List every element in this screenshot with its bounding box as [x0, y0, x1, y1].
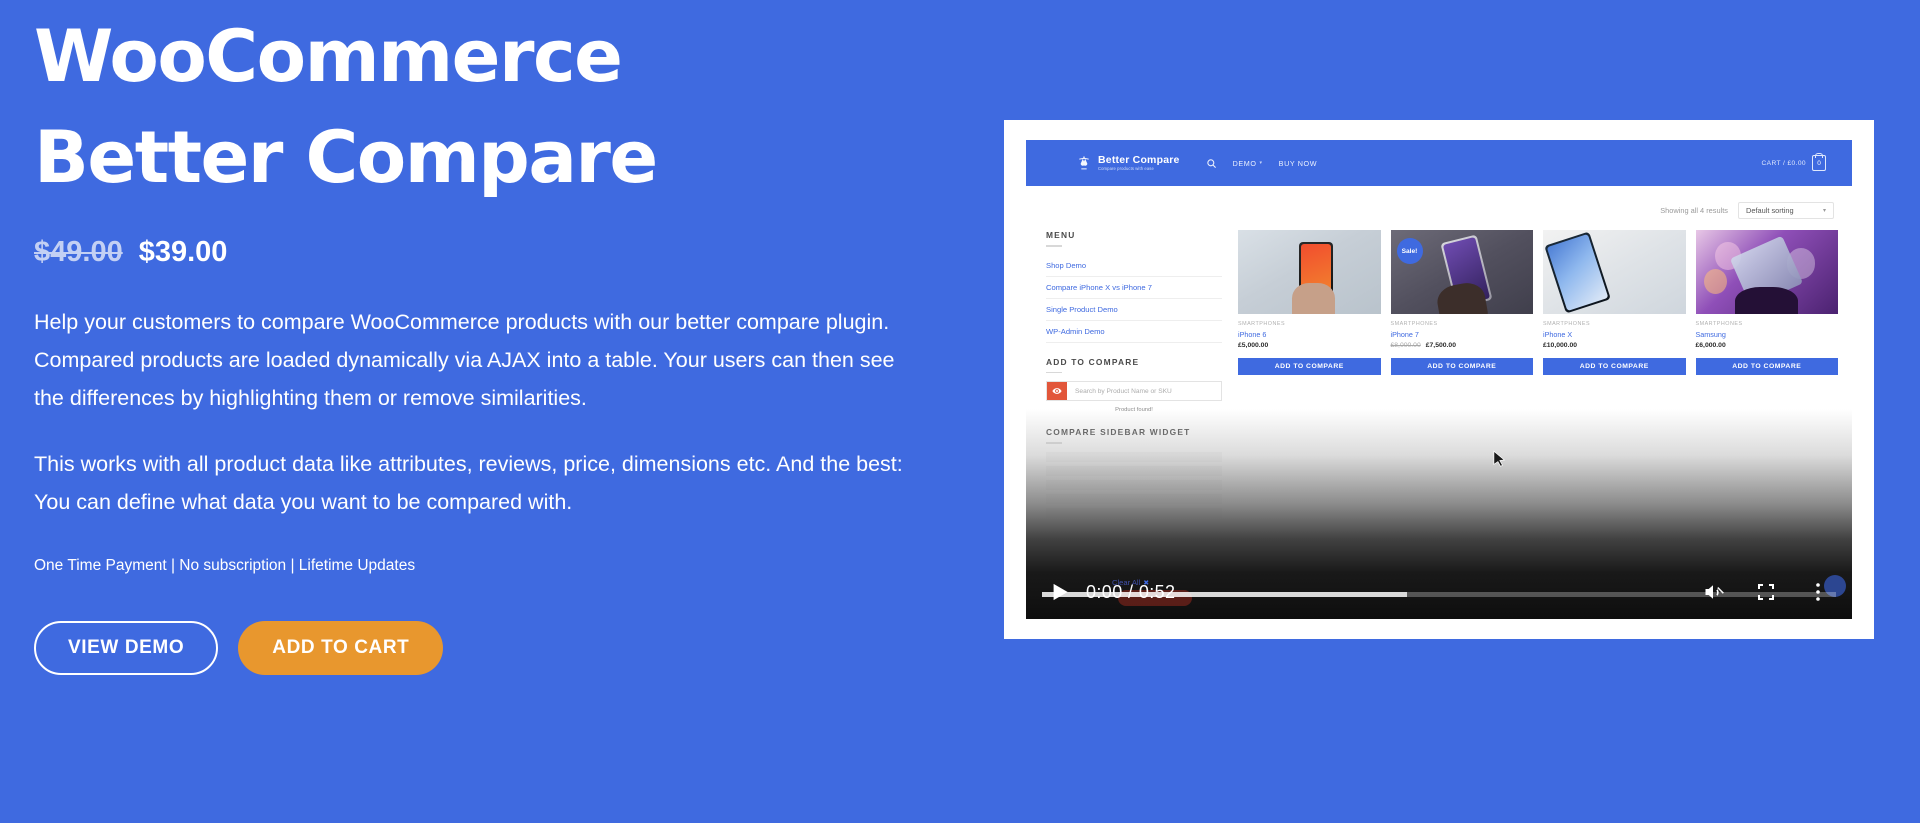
view-demo-button[interactable]: VIEW DEMO: [34, 621, 219, 675]
compare-widget-rows: [1046, 451, 1222, 518]
chevron-down-icon: ▾: [1259, 160, 1263, 166]
sidebar-item-wp-admin-demo[interactable]: WP-Admin Demo: [1046, 321, 1222, 343]
add-to-compare-heading: ADD TO COMPARE: [1046, 356, 1140, 367]
product-category: SMARTPHONES: [1238, 321, 1286, 327]
phone-illustration: [1544, 231, 1612, 313]
product-price: £8,000.00 £7,500.00: [1391, 342, 1534, 349]
product-card[interactable]: Sale! SMARTPHONES iPhone 7 £8,000.00 £7,…: [1390, 230, 1534, 375]
divider: [1046, 371, 1062, 373]
hand-illustration: [1735, 287, 1799, 314]
page-title-line-1: WooCommerce: [34, 14, 623, 98]
product-price-current: £10,000.00: [1543, 342, 1578, 349]
hand-illustration: [1292, 282, 1335, 314]
video-viewport[interactable]: Better Compare Compare products with eas…: [1026, 140, 1852, 619]
add-to-compare-button[interactable]: ADD TO COMPARE: [1390, 358, 1533, 375]
page-title: WooCommerce Better Compare: [34, 6, 964, 208]
product-card[interactable]: SMARTPHONES iPhone 6 £5,000.00 ADD TO CO…: [1238, 230, 1381, 375]
nav-item-demo-label: DEMO: [1232, 158, 1257, 168]
product-price: £6,000.00: [1696, 342, 1839, 349]
cart-count: 0: [1817, 159, 1821, 167]
add-to-compare-button[interactable]: ADD TO COMPARE: [1238, 358, 1381, 375]
scales-icon: [1079, 156, 1089, 170]
shop-toolbar: Showing all 4 results Default sorting ▾: [1660, 202, 1834, 219]
sale-badge: Sale!: [1396, 238, 1423, 264]
purchase-terms-text: One Time Payment | No subscription | Lif…: [34, 557, 416, 574]
product-description-paragraph-2: This works with all product data like at…: [34, 452, 903, 514]
product-category: SMARTPHONES: [1543, 321, 1591, 327]
sorting-select-value: Default sorting: [1746, 206, 1794, 215]
add-to-compare-button[interactable]: ADD TO COMPARE: [1695, 358, 1838, 375]
product-card[interactable]: SMARTPHONES iPhone X £10,000.00 ADD TO C…: [1543, 230, 1686, 375]
video-control-bar[interactable]: 0:00 / 0:52: [1026, 523, 1852, 619]
compare-widget-row[interactable]: [1046, 465, 1222, 476]
product-image: [1238, 230, 1381, 314]
product-search-box[interactable]: Search by Product Name or SKU: [1046, 381, 1222, 401]
chevron-down-icon: ▾: [1822, 208, 1826, 214]
sidebar-item-shop-demo[interactable]: Shop Demo: [1046, 255, 1222, 277]
product-price: £10,000.00: [1543, 342, 1686, 349]
product-image: Sale!: [1390, 230, 1533, 314]
demo-site-logo[interactable]: Better Compare Compare products with eas…: [1076, 155, 1180, 172]
product-description-paragraph-1: Help your customers to compare WooCommer…: [34, 310, 895, 410]
product-name[interactable]: iPhone 6: [1238, 330, 1381, 339]
video-progress-bar[interactable]: [1042, 592, 1836, 597]
product-category: SMARTPHONES: [1695, 321, 1743, 327]
search-submit-button[interactable]: [1047, 382, 1067, 400]
cta-button-row: VIEW DEMO ADD TO CART: [34, 621, 964, 675]
nav-item-buy-now[interactable]: BUY NOW: [1279, 159, 1317, 168]
product-grid: SMARTPHONES iPhone 6 £5,000.00 ADD TO CO…: [1238, 230, 1838, 375]
divider: [1046, 245, 1062, 247]
price-original: $49.00: [34, 236, 123, 268]
demo-site-header: Better Compare Compare products with eas…: [1026, 140, 1852, 186]
product-name[interactable]: iPhone 7: [1391, 330, 1534, 339]
compare-widget-row[interactable]: [1046, 507, 1222, 518]
divider: [1046, 442, 1062, 444]
demo-logo-title: Better Compare: [1098, 153, 1180, 166]
search-icon[interactable]: [1206, 158, 1217, 169]
demo-cart-area[interactable]: CART / £0.00 0: [1761, 155, 1834, 171]
add-to-cart-button[interactable]: ADD TO CART: [238, 621, 444, 675]
product-image: [1543, 230, 1686, 314]
demo-site-nav: DEMO ▾ BUY NOW: [1206, 158, 1318, 169]
compare-widget-row[interactable]: [1046, 493, 1222, 504]
product-price-current: £5,000.00: [1238, 342, 1269, 349]
product-category: SMARTPHONES: [1390, 321, 1438, 327]
page-title-line-2: Better Compare: [34, 115, 658, 199]
sidebar-menu-heading: MENU: [1046, 230, 1076, 240]
bokeh-decor: [1704, 268, 1727, 294]
nav-item-buy-now-label: BUY NOW: [1278, 158, 1318, 168]
product-name[interactable]: Samsung: [1696, 330, 1839, 339]
results-count-label: Showing all 4 results: [1660, 206, 1728, 215]
cart-bag-icon[interactable]: 0: [1812, 155, 1826, 171]
page-root: WooCommerce Better Compare $49.00 $39.00…: [0, 0, 1920, 823]
sorting-select[interactable]: Default sorting ▾: [1738, 202, 1834, 219]
mouse-cursor: [1493, 450, 1506, 467]
add-to-compare-button[interactable]: ADD TO COMPARE: [1543, 358, 1686, 375]
sidebar-item-single-product-demo[interactable]: Single Product Demo: [1046, 299, 1222, 321]
price-current: $39.00: [138, 236, 228, 268]
demo-logo-subtitle: Compare products with ease: [1098, 166, 1154, 172]
product-card[interactable]: SMARTPHONES Samsung £6,000.00 ADD TO COM…: [1695, 230, 1839, 375]
product-price-original: £8,000.00: [1390, 342, 1421, 349]
product-image: [1695, 230, 1838, 314]
shop-sidebar: MENU Shop Demo Compare iPhone X vs iPhon…: [1046, 230, 1222, 522]
compare-widget-row[interactable]: [1046, 451, 1222, 462]
compare-sidebar-widget-heading: COMPARE SIDEBAR WIDGET: [1046, 427, 1191, 437]
product-name[interactable]: iPhone X: [1543, 330, 1686, 339]
sidebar-item-compare-iphone[interactable]: Compare iPhone X vs iPhone 7: [1046, 277, 1222, 299]
product-price-current: £6,000.00: [1695, 342, 1726, 349]
hero-text-column: WooCommerce Better Compare $49.00 $39.00…: [34, 0, 964, 823]
cart-total-label: CART / £0.00: [1761, 159, 1806, 167]
compare-widget-row[interactable]: [1046, 479, 1222, 490]
product-search-input[interactable]: Search by Product Name or SKU: [1067, 382, 1221, 400]
eye-icon: [1052, 388, 1062, 394]
product-price-current: £7,500.00: [1425, 342, 1456, 349]
video-buffered-progress: [1042, 592, 1408, 597]
product-price: £5,000.00: [1238, 342, 1381, 349]
price-block: $49.00 $39.00: [34, 236, 964, 269]
video-player-card[interactable]: Better Compare Compare products with eas…: [1004, 120, 1874, 639]
nav-item-demo[interactable]: DEMO ▾: [1233, 159, 1263, 168]
